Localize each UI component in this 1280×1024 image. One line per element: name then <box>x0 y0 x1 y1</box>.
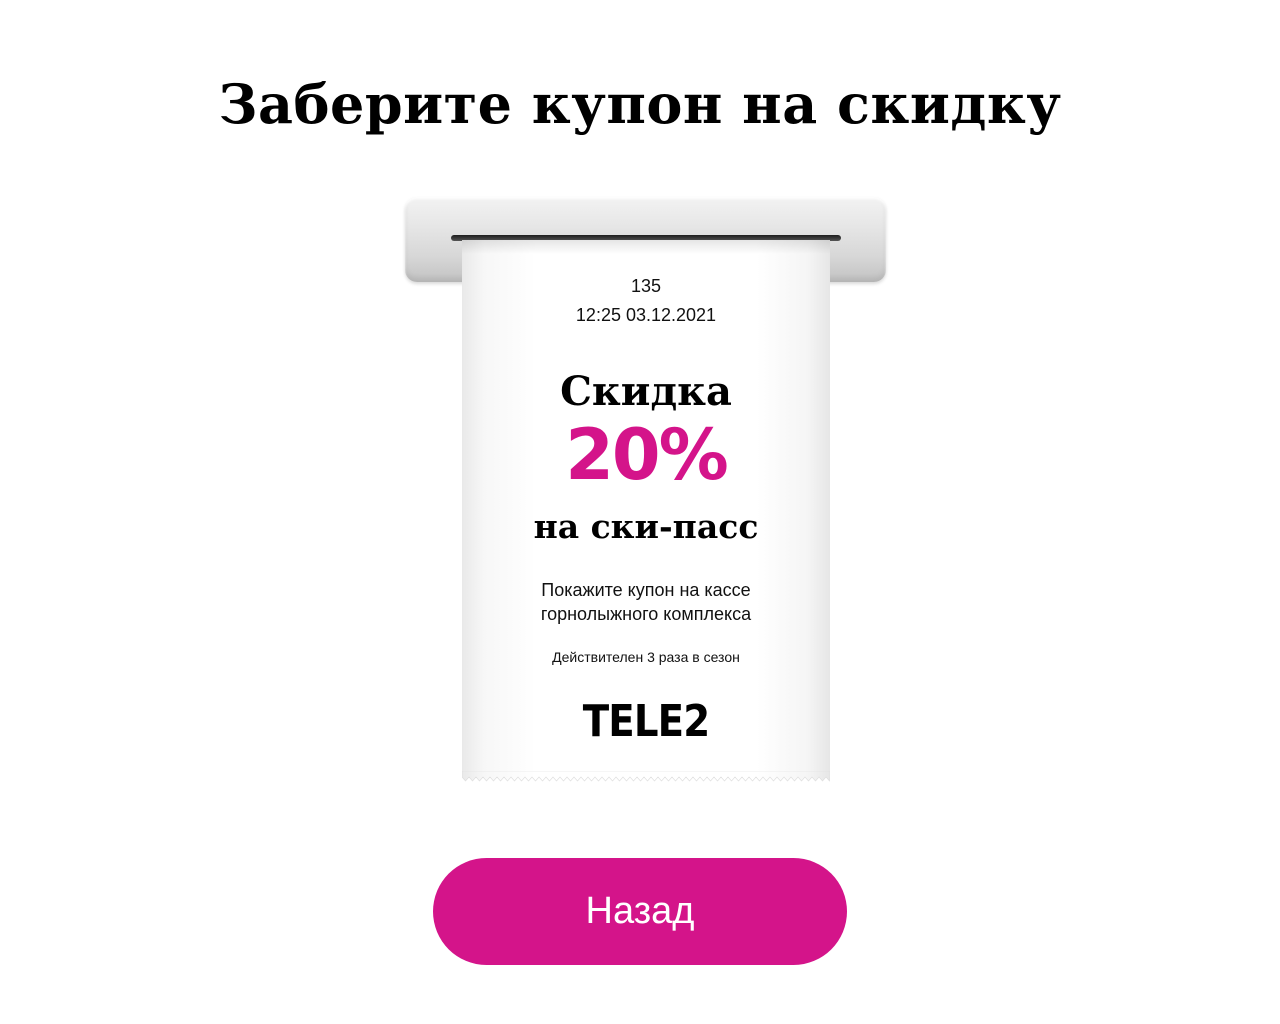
coupon-number: 135 <box>630 276 662 296</box>
tele2-logo: TELE2 <box>582 696 710 747</box>
coupon-discount-value: 20% <box>565 414 729 496</box>
coupon-datetime: 12:25 03.12.2021 <box>575 305 717 325</box>
page-title: Заберите купон на скидку <box>218 72 1062 136</box>
receipt-torn-edge <box>462 771 830 782</box>
coupon-discount-label: Скидка <box>560 368 732 415</box>
coupon-validity: Действителен 3 раза в сезон <box>552 649 740 665</box>
coupon-instruction-line1: Покажите купон на кассе <box>541 580 751 600</box>
coupon-instruction-line2: горнолыжного комплекса <box>540 604 752 624</box>
receipt-shadow <box>462 240 830 254</box>
coupon-discount-subject: на ски-пасс <box>533 507 759 546</box>
back-button[interactable]: Назад <box>433 858 847 965</box>
coupon-receipt: 135 12:25 03.12.2021 Скидка 20% на ски-п… <box>462 240 830 772</box>
page: Заберите купон на скидку 135 12:25 03.12… <box>0 0 1280 1024</box>
